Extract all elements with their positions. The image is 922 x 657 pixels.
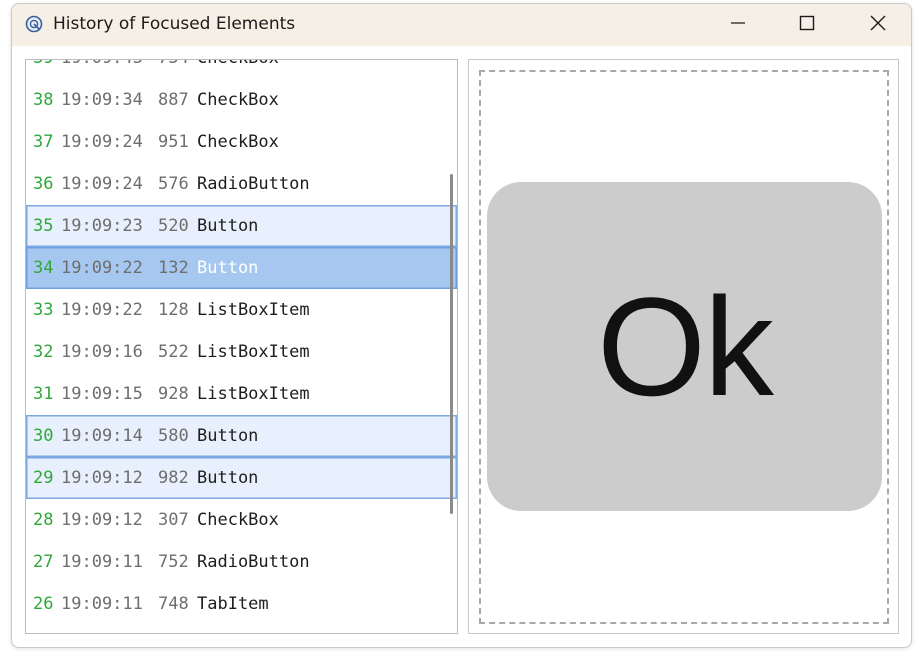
- row-milliseconds: 734: [158, 60, 189, 79]
- row-element-type: CheckBox: [197, 132, 279, 152]
- ok-button-label: Ok: [597, 267, 774, 425]
- row-milliseconds: 982: [158, 468, 189, 488]
- history-row[interactable]: 34 19:09:22 132 Button: [26, 247, 457, 289]
- row-milliseconds: 752: [158, 552, 189, 572]
- row-milliseconds: 887: [158, 90, 189, 110]
- row-index: 29: [33, 468, 54, 488]
- history-row[interactable]: 37 19:09:24 951 CheckBox: [26, 121, 457, 163]
- row-index: 32: [33, 342, 54, 362]
- row-element-type: ListBoxItem: [197, 342, 310, 362]
- row-time: 19:09:22: [61, 258, 143, 278]
- row-time: 19:09:15: [61, 384, 143, 404]
- row-time: 19:09:24: [61, 132, 143, 152]
- row-time: 19:09:43: [61, 60, 143, 79]
- row-milliseconds: 522: [158, 342, 189, 362]
- history-row[interactable]: 33 19:09:22 128 ListBoxItem: [26, 289, 457, 331]
- row-index: 34: [33, 258, 54, 278]
- maximize-button[interactable]: [777, 4, 837, 46]
- history-row[interactable]: 27 19:09:11 752 RadioButton: [26, 541, 457, 583]
- row-milliseconds: 951: [158, 132, 189, 152]
- row-element-type: Button: [197, 216, 259, 236]
- row-index: 37: [33, 132, 54, 152]
- row-time: 19:09:12: [61, 468, 143, 488]
- history-row[interactable]: 30 19:09:14 580 Button: [26, 415, 457, 457]
- row-element-type: ListBoxItem: [197, 384, 310, 404]
- row-time: 19:09:24: [61, 174, 143, 194]
- close-icon: [870, 15, 886, 35]
- row-index: 28: [33, 510, 54, 530]
- minimize-button[interactable]: [708, 4, 768, 46]
- row-time: 19:09:12: [61, 510, 143, 530]
- history-row[interactable]: 36 19:09:24 576 RadioButton: [26, 163, 457, 205]
- row-milliseconds: 520: [158, 216, 189, 236]
- row-time: 19:09:22: [61, 300, 143, 320]
- history-row[interactable]: 38 19:09:34 887 CheckBox: [26, 79, 457, 121]
- row-index: 39: [33, 60, 53, 79]
- app-icon: [24, 14, 44, 34]
- history-row[interactable]: 29 19:09:12 982 Button: [26, 457, 457, 499]
- row-index: 31: [33, 384, 54, 404]
- main-window: History of Focused Elements 39 19:09:43 73…: [11, 3, 912, 648]
- row-element-type: RadioButton: [197, 174, 310, 194]
- history-row[interactable]: 35 19:09:23 520 Button: [26, 205, 457, 247]
- row-time: 19:09:11: [61, 552, 143, 572]
- history-row[interactable]: 28 19:09:12 307 CheckBox: [26, 499, 457, 541]
- history-row[interactable]: 26 19:09:11 748 TabItem: [26, 583, 457, 625]
- row-element-type: Button: [197, 468, 259, 488]
- minimize-icon: [730, 15, 746, 35]
- close-button[interactable]: [848, 4, 908, 46]
- row-time: 19:09:23: [61, 216, 143, 236]
- row-index: 30: [33, 426, 54, 446]
- row-index: 26: [33, 594, 54, 614]
- row-element-type: Button: [197, 426, 259, 446]
- history-row[interactable]: 39 19:09:43 734 CheckBox: [26, 60, 457, 79]
- row-time: 19:09:16: [61, 342, 143, 362]
- row-element-type: RadioButton: [197, 552, 310, 572]
- history-row[interactable]: 31 19:09:15 928 ListBoxItem: [26, 373, 457, 415]
- list-scrollbar[interactable]: [450, 174, 453, 514]
- row-element-type: TabItem: [197, 594, 269, 614]
- row-time: 19:09:34: [61, 90, 143, 110]
- row-element-type: CheckBox: [197, 60, 279, 79]
- ok-button[interactable]: Ok: [487, 182, 882, 511]
- row-time: 19:09:11: [61, 594, 143, 614]
- row-element-type: CheckBox: [197, 90, 279, 110]
- row-milliseconds: 580: [158, 426, 189, 446]
- maximize-icon: [799, 15, 815, 35]
- focus-history-list[interactable]: 39 19:09:43 734 CheckBox 38 19:09:34 887 CheckB…: [25, 59, 458, 634]
- history-row[interactable]: 32 19:09:16 522 ListBoxItem: [26, 331, 457, 373]
- row-index: 27: [33, 552, 54, 572]
- row-index: 33: [33, 300, 54, 320]
- row-milliseconds: 748: [158, 594, 189, 614]
- row-milliseconds: 307: [158, 510, 189, 530]
- row-milliseconds: 928: [158, 384, 189, 404]
- row-index: 38: [33, 90, 54, 110]
- window-title: History of Focused Elements: [53, 14, 296, 34]
- title-bar[interactable]: History of Focused Elements: [12, 4, 911, 46]
- row-element-type: CheckBox: [197, 510, 279, 530]
- row-milliseconds: 576: [158, 174, 189, 194]
- row-milliseconds: 132: [158, 258, 189, 278]
- row-element-type: ListBoxItem: [197, 300, 310, 320]
- preview-panel: Ok: [468, 59, 899, 634]
- row-time: 19:09:14: [61, 426, 143, 446]
- row-element-type: Button: [197, 258, 259, 278]
- row-milliseconds: 128: [158, 300, 189, 320]
- row-index: 35: [33, 216, 54, 236]
- row-index: 36: [33, 174, 54, 194]
